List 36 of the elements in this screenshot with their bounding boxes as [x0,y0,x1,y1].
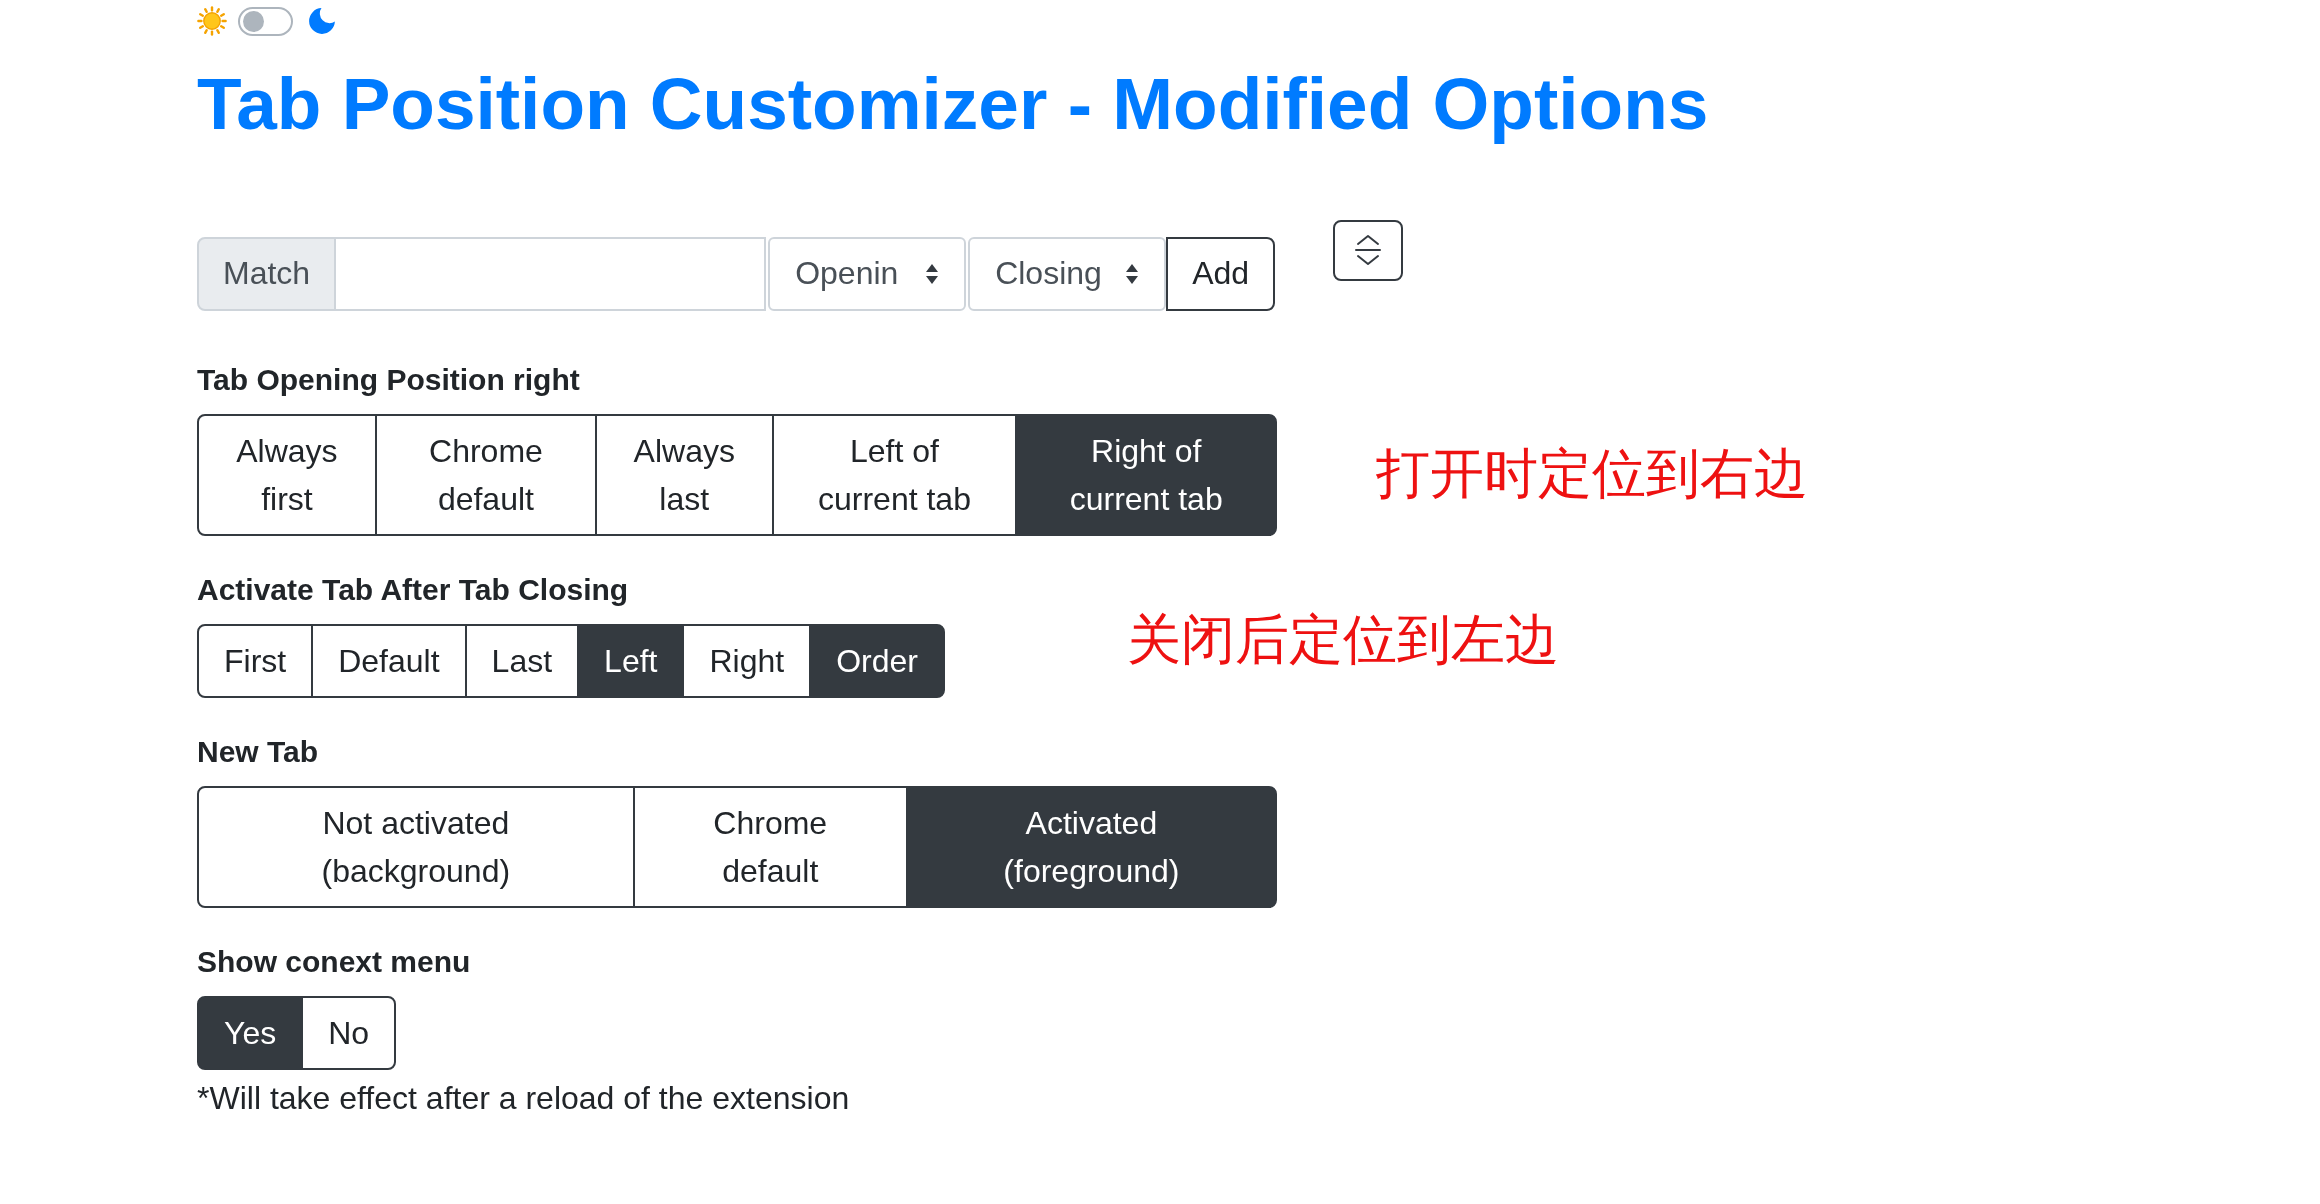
option-button[interactable]: Activated (foreground) [905,785,1277,908]
section-label: Tab Opening Position right [197,361,581,398]
option-button[interactable]: Chrome default [374,413,597,536]
section-label: New Tab [197,733,320,770]
up-down-caret-icon [925,262,940,285]
dropdown-select[interactable]: Openin [768,236,967,311]
annotation-text: 关闭后定位到左边 [1126,607,1559,673]
option-button[interactable]: Order [809,623,945,698]
match-label: Match [197,236,337,311]
up-down-caret-icon [1125,262,1140,285]
page-title: Tab Position Customizer - Modified Options [197,62,1710,146]
note-text: *Will take effect after a reload of the extension [197,1078,851,1118]
option-button[interactable]: Right of current tab [1015,413,1277,536]
option-button[interactable]: Last [464,623,580,698]
option-button[interactable]: Yes [197,995,304,1070]
section-label: Activate Tab After Tab Closing [197,571,630,608]
expand-button[interactable] [1333,219,1404,281]
option-button[interactable]: Not activated (background) [197,785,635,908]
option-button[interactable]: Left [577,623,685,698]
option-button[interactable]: Left of current tab [771,413,1018,536]
moon-icon [309,8,335,34]
annotation-text: 打开时定位到右边 [1376,442,1808,507]
option-button[interactable]: First [197,623,314,698]
option-button[interactable]: Right [682,623,812,698]
section-label: Show conext menu [197,943,472,980]
dropdown-select[interactable]: Closing [968,236,1167,311]
option-button[interactable]: Always last [594,413,774,536]
theme-switch[interactable] [238,6,293,36]
option-button[interactable]: Chrome default [632,785,908,908]
option-button[interactable]: Always first [197,413,377,536]
sun-icon [197,6,227,36]
option-button[interactable]: No [301,995,397,1070]
add-button[interactable]: Add [1166,236,1276,311]
match-input[interactable] [334,236,767,311]
vertical-expand-icon [1355,233,1382,268]
option-button[interactable]: Default [311,623,467,698]
